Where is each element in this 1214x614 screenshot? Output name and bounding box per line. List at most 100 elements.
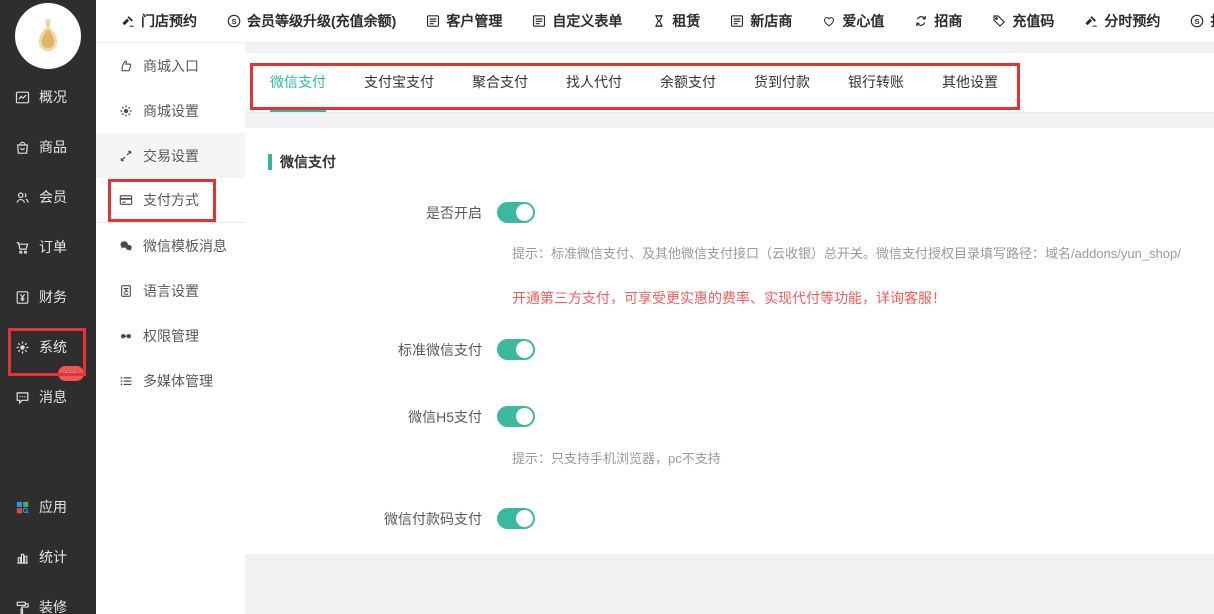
submenu-item-mall-settings[interactable]: 商城设置 (96, 88, 245, 133)
sidebar-item-members[interactable]: 会员 (0, 172, 96, 222)
submenu-item-label: 支付方式 (143, 190, 199, 210)
tab-wechat-pay[interactable]: 微信支付 (270, 53, 326, 112)
submenu-item-label: 权限管理 (143, 326, 199, 346)
topbar-item-scan-queue[interactable]: 扫码排队 (1189, 11, 1214, 31)
sidebar-item-system[interactable]: 系统 (0, 322, 96, 372)
topbar-item-recharge-code[interactable]: 充值码 (991, 11, 1054, 31)
toggle-knob (516, 204, 533, 221)
field-label: 微信H5支付 (245, 407, 497, 427)
sidebar-item-statistics[interactable]: 统计 (0, 532, 96, 582)
heart-icon (821, 13, 837, 29)
topbar-item-label: 自定义表单 (552, 11, 622, 31)
paint-roller-icon (14, 599, 31, 614)
enable-toggle[interactable] (497, 202, 535, 223)
hourglass-icon (651, 13, 667, 29)
topbar-item-label: 扫码排队 (1210, 11, 1214, 31)
form-icon (729, 13, 745, 29)
logo-circle (15, 3, 81, 69)
sidebar-item-overview[interactable]: 概况 (0, 72, 96, 122)
sidebar-item-label: 商品 (39, 137, 67, 157)
submenu-item-label: 语言设置 (143, 281, 199, 301)
sidebar-item-messages[interactable]: ··· 消息 (0, 372, 96, 422)
chart-icon (14, 89, 31, 106)
form-row-enable: 是否开启 (245, 202, 1214, 223)
toggle-knob (516, 510, 533, 527)
top-menu-bar: 门店预约 会员等级升级(充值余额) 客户管理 自定义表单 租赁 新店商 爱心值 … (96, 0, 1214, 43)
topbar-item-customer-management[interactable]: 客户管理 (425, 11, 502, 31)
topbar-item-label: 分时预约 (1104, 11, 1160, 31)
sidebar-item-label: 统计 (39, 547, 67, 567)
wechat-h5-pay-toggle[interactable] (497, 406, 535, 427)
topbar-item-new-shop[interactable]: 新店商 (729, 11, 792, 31)
recycle-icon (913, 13, 929, 29)
topbar-item-member-upgrade[interactable]: 会员等级升级(充值余额) (226, 11, 396, 31)
standard-wechat-pay-toggle[interactable] (497, 339, 535, 360)
topbar-item-label: 充值码 (1012, 11, 1054, 31)
wechat-icon (118, 238, 134, 254)
topbar-item-rental[interactable]: 租赁 (651, 11, 700, 31)
submenu-item-label: 交易设置 (143, 146, 199, 166)
sidebar-item-goods[interactable]: 商品 (0, 122, 96, 172)
users-icon (14, 189, 31, 206)
topbar-item-love-value[interactable]: 爱心值 (821, 11, 884, 31)
submenu-item-wechat-template[interactable]: 微信模板消息 (96, 223, 245, 268)
toggle-knob (516, 408, 533, 425)
tag-icon (991, 13, 1007, 29)
topbar-item-time-reservation[interactable]: 分时预约 (1083, 11, 1160, 31)
field-label: 微信付款码支付 (245, 509, 497, 529)
sidebar-item-decorate[interactable]: 装修 (0, 582, 96, 614)
submenu-item-media-management[interactable]: 多媒体管理 (96, 358, 245, 403)
form-icon (425, 13, 441, 29)
gavel-icon (120, 13, 136, 29)
submenu-item-mall-entry[interactable]: 商城入口 (96, 43, 245, 88)
language-icon (118, 283, 134, 299)
tab-cash-on-delivery[interactable]: 货到付款 (754, 53, 810, 112)
sidebar-item-finance[interactable]: 财务 (0, 272, 96, 322)
sidebar-item-orders[interactable]: 订单 (0, 222, 96, 272)
primary-sidebar: 概况 商品 会员 订单 财务 系统 ··· 消息 应用 统计 装修 (0, 0, 96, 614)
tab-pay-for-others[interactable]: 找人代付 (566, 53, 622, 112)
submenu-item-label: 商城设置 (143, 101, 199, 121)
sidebar-item-label: 会员 (39, 187, 67, 207)
form-icon (531, 13, 547, 29)
thumb-icon (118, 58, 134, 74)
topbar-item-label: 新店商 (750, 11, 792, 31)
sidebar-item-label: 财务 (39, 287, 67, 307)
topbar-item-investment[interactable]: 招商 (913, 11, 962, 31)
yen-icon (14, 289, 31, 306)
system-submenu: 商城入口 商城设置 交易设置 支付方式 微信模板消息 语言设置 权限管理 多媒体… (96, 43, 245, 614)
sidebar-item-label: 消息 (39, 387, 67, 407)
tab-aggregate-pay[interactable]: 聚合支付 (472, 53, 528, 112)
sidebar-spacer (0, 422, 96, 482)
tab-bank-transfer[interactable]: 银行转账 (848, 53, 904, 112)
submenu-item-trade-settings[interactable]: 交易设置 (96, 133, 245, 178)
arrows-icon (118, 148, 134, 164)
logo[interactable] (0, 0, 96, 72)
chat-icon (14, 389, 31, 406)
submenu-item-payment-method[interactable]: 支付方式 (96, 178, 245, 223)
sidebar-item-label: 系统 (39, 337, 67, 357)
topbar-item-label: 客户管理 (446, 11, 502, 31)
credit-card-icon (118, 192, 134, 208)
wechat-pay-panel: 微信支付 是否开启 提示：标准微信支付、及其他微信支付接口（云收银）总开关。微信… (245, 128, 1214, 554)
tab-balance-pay[interactable]: 余额支付 (660, 53, 716, 112)
topbar-item-label: 招商 (934, 11, 962, 31)
sidebar-item-label: 订单 (39, 237, 67, 257)
wechat-barcode-pay-toggle[interactable] (497, 508, 535, 529)
section-accent-bar (268, 154, 272, 170)
topbar-item-store-reservation[interactable]: 门店预约 (120, 11, 197, 31)
submenu-item-label: 微信模板消息 (143, 236, 227, 256)
topbar-item-custom-form[interactable]: 自定义表单 (531, 11, 622, 31)
bag-icon (14, 139, 31, 156)
sidebar-item-apps[interactable]: 应用 (0, 482, 96, 532)
submenu-item-language-settings[interactable]: 语言设置 (96, 268, 245, 313)
submenu-item-label: 商城入口 (143, 56, 199, 76)
cart-icon (14, 239, 31, 256)
tab-alipay[interactable]: 支付宝支付 (364, 53, 434, 112)
message-badge: ··· (58, 366, 84, 381)
submenu-item-permission-management[interactable]: 权限管理 (96, 313, 245, 358)
s-circle-icon (1189, 13, 1205, 29)
tab-other-settings[interactable]: 其他设置 (942, 53, 998, 112)
topbar-item-label: 会员等级升级(充值余额) (247, 11, 396, 31)
toggle-knob (516, 341, 533, 358)
